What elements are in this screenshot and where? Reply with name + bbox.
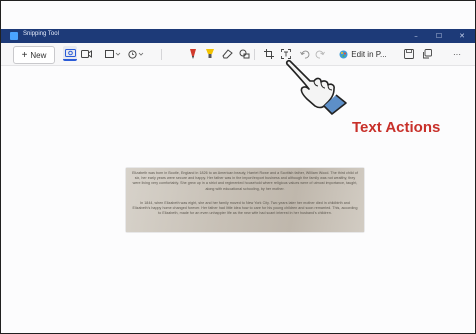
snipping-tool-window: Snipping Tool – ☐ ✕ + New Edit in P... ·… (0, 0, 476, 334)
edit-in-paint-label: Edit in P... (351, 49, 387, 59)
crop-icon[interactable] (262, 46, 276, 62)
timer-icon[interactable] (127, 46, 145, 62)
title-bar: Snipping Tool – ☐ ✕ (1, 29, 475, 43)
toolbar: + New Edit in P... ··· (1, 43, 475, 66)
minimize-button[interactable]: – (406, 29, 426, 43)
snipping-tool-icon (10, 32, 18, 40)
ballpoint-pen-icon[interactable] (186, 46, 200, 62)
pointing-hand-icon (284, 59, 354, 119)
window-title: Snipping Tool (23, 31, 59, 37)
highlighter-icon[interactable] (203, 46, 217, 62)
rectangle-snip-icon[interactable] (104, 46, 122, 62)
eraser-icon[interactable] (220, 46, 234, 62)
camera-icon[interactable] (63, 46, 77, 61)
captured-paragraph-2: In 1844, when Elizabeth was eight, she a… (132, 201, 358, 216)
video-icon[interactable] (79, 46, 93, 62)
close-button[interactable]: ✕ (452, 29, 472, 43)
new-button-label: New (30, 50, 47, 60)
save-icon[interactable] (402, 46, 416, 62)
text-actions-callout: Text Actions (352, 119, 441, 136)
see-more-button[interactable]: ··· (448, 46, 466, 62)
toolbar-separator (161, 49, 162, 60)
captured-screenshot[interactable]: Elizabeth was born in Bootle, England in… (126, 168, 364, 232)
new-button[interactable]: + New (13, 46, 55, 64)
toolbar-separator (254, 49, 255, 60)
paint-icon (339, 50, 348, 59)
plus-icon: + (21, 49, 28, 61)
shapes-icon[interactable] (237, 46, 251, 62)
captured-paragraph-1: Elizabeth was born in Bootle, England in… (132, 171, 358, 191)
maximize-button[interactable]: ☐ (429, 29, 449, 43)
copy-icon[interactable] (420, 46, 434, 62)
